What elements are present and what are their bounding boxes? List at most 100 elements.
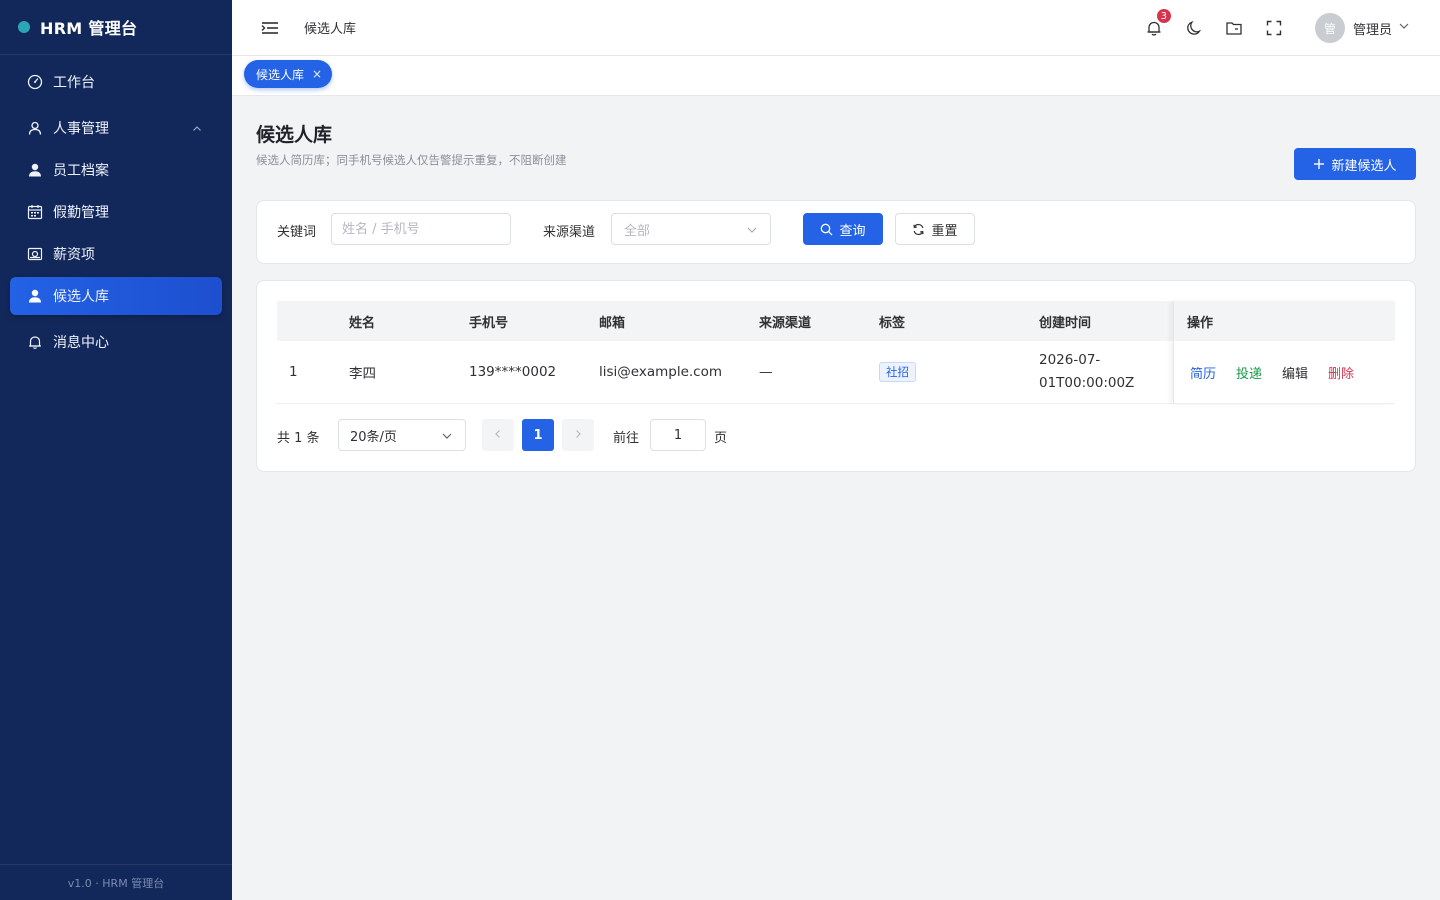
top-header: 候选人库 3 管 管理员 [232,0,1440,56]
sidebar-item-employee-files[interactable]: 员工档案 [10,151,222,189]
source-select-value: 全部 [624,223,651,239]
keyword-label: 关键词 [277,225,317,240]
sidebar-footer: v1.0 · HRM 管理台 [0,864,232,900]
sidebar-item-label: 人事管理 [53,121,109,137]
row-name: 李四 [349,366,376,382]
row-tag-wrapper: 社招 [879,362,916,382]
fullscreen-icon[interactable] [1263,17,1285,39]
close-icon[interactable]: × [312,67,322,81]
row-email: lisi@example.com [599,364,723,380]
column-header-actions: 操作 [1187,315,1214,331]
notification-bell-icon[interactable]: 3 [1143,8,1172,39]
filter-card: 关键词 来源渠道 全部 查询 重置 [256,200,1416,264]
sidebar-item-label: 工作台 [53,75,95,91]
money-icon [26,245,44,263]
sidebar-item-hr-management[interactable]: 人事管理 [10,109,222,147]
tab-label: 候选人库 [256,67,305,82]
refresh-icon [912,223,925,236]
calendar-icon [26,203,44,221]
row-phone: 139****0002 [469,364,557,380]
brand-dot [18,21,30,33]
reset-button[interactable]: 重置 [895,213,975,245]
sidebar: HRM 管理台 工作台 人事管理 员工档案 假勤管理 薪资项 候选人库 消息中心… [0,0,232,900]
table-row: 1 李四 139****0002 lisi@example.com — 社招 2… [277,341,1395,404]
user-outline-icon [26,119,44,137]
sidebar-item-label: 薪资项 [53,247,95,263]
deliver-link[interactable]: 投递 [1236,363,1262,382]
chevron-up-icon [192,122,202,138]
header-actions: 3 管 管理员 [1125,0,1440,56]
bell-icon [26,333,44,351]
sidebar-item-dashboard[interactable]: 工作台 [10,63,222,101]
brand: HRM 管理台 [0,0,232,55]
next-page-button[interactable] [562,419,594,451]
column-header-created: 创建时间 [1039,315,1092,331]
pagination: 共 1 条 20条/页 1 前往 页 [277,419,877,451]
row-created-line2: 01T00:00:00Z [1039,375,1135,391]
tags-view-bar: 候选人库 × [232,56,1440,96]
notification-badge: 3 [1155,8,1172,24]
sidebar-item-label: 候选人库 [53,289,109,305]
column-header-email: 邮箱 [599,315,626,331]
table-header: 姓名 手机号 邮箱 来源渠道 标签 创建时间 操作 [277,301,1395,341]
sidebar-item-label: 消息中心 [53,335,109,351]
goto-unit: 页 [714,431,728,446]
new-candidate-label: 新建候选人 [1331,157,1397,173]
reset-button-label: 重置 [931,223,958,239]
search-button-label: 查询 [839,223,866,239]
dashboard-icon [26,73,44,91]
user-menu[interactable]: 管 管理员 [1314,13,1410,43]
search-icon [820,223,833,236]
goto-page-input[interactable] [650,419,706,451]
page-subtitle: 候选人简历库；同手机号候选人仅告警提示重复，不阻断创建 [256,153,567,167]
chevron-right-icon [573,428,583,443]
folder-icon[interactable] [1223,17,1245,39]
user-solid-icon [26,287,44,305]
delete-link[interactable]: 删除 [1328,363,1354,382]
tab-candidates[interactable]: 候选人库 × [244,60,333,88]
column-header-phone: 手机号 [469,315,509,331]
dark-mode-moon-icon[interactable] [1183,17,1205,39]
column-header-tag: 标签 [879,315,906,331]
row-source: — [759,364,773,380]
brand-title: HRM 管理台 [40,19,138,38]
page-size-value: 20条/页 [350,429,397,445]
sidebar-item-candidates[interactable]: 候选人库 [10,277,222,315]
chevron-down-icon [1398,20,1410,36]
page-size-select[interactable]: 20条/页 [338,419,466,451]
column-header-name: 姓名 [349,315,376,331]
row-index: 1 [289,364,298,380]
sidebar-item-attendance[interactable]: 假勤管理 [10,193,222,231]
edit-link[interactable]: 编辑 [1282,363,1308,382]
pagination-total: 共 1 条 [277,431,320,446]
sidebar-item-label: 假勤管理 [53,205,109,221]
row-created: 2026-07- 01T00:00:00Z [1039,349,1134,395]
sidebar-menu: 工作台 人事管理 员工档案 假勤管理 薪资项 候选人库 消息中心 [0,55,232,361]
plus-icon [1313,158,1325,170]
breadcrumb-title: 候选人库 [304,22,357,37]
new-candidate-button[interactable]: 新建候选人 [1294,148,1416,180]
goto-label: 前往 [613,431,640,446]
chevron-down-icon [441,430,453,446]
column-header-source: 来源渠道 [759,315,812,331]
prev-page-button[interactable] [482,419,514,451]
status-badge: 社招 [879,362,916,382]
sidebar-item-messages[interactable]: 消息中心 [10,323,222,361]
chevron-left-icon [493,428,503,443]
sidebar-item-salary[interactable]: 薪资项 [10,235,222,273]
table-card: 姓名 手机号 邮箱 来源渠道 标签 创建时间 操作 1 李四 139****00… [256,280,1416,472]
menu-toggle-icon[interactable] [260,18,280,38]
search-button[interactable]: 查询 [803,213,883,245]
row-created-line1: 2026-07- [1039,352,1101,368]
page-title: 候选人库 [256,124,333,146]
user-solid-icon [26,161,44,179]
avatar: 管 [1314,13,1345,43]
source-label: 来源渠道 [543,225,596,240]
candidates-table: 姓名 手机号 邮箱 来源渠道 标签 创建时间 操作 1 李四 139****00… [277,301,1395,404]
page-number-current[interactable]: 1 [522,419,554,451]
source-select[interactable]: 全部 [611,213,771,245]
chevron-down-icon [746,224,758,240]
keyword-input[interactable] [331,213,511,245]
resume-link[interactable]: 简历 [1190,363,1216,382]
sidebar-item-label: 员工档案 [53,163,109,179]
